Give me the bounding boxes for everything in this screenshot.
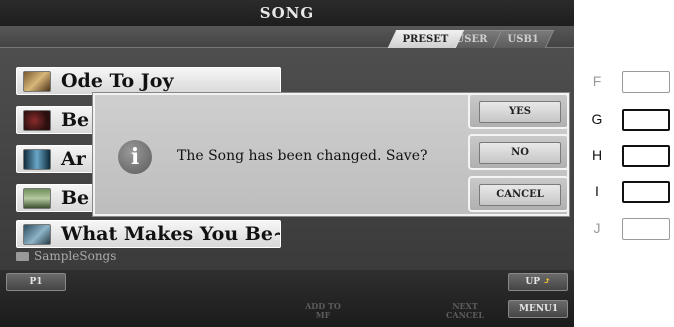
- no-button[interactable]: NO: [479, 142, 561, 164]
- cancel-button-frame: CANCEL: [468, 176, 569, 212]
- panel-button-f[interactable]: [622, 71, 670, 93]
- yes-button-frame: YES: [468, 93, 569, 129]
- tab-preset-label: PRESET: [402, 34, 449, 45]
- portrait-thumbnail-icon: [23, 224, 51, 245]
- menu-button[interactable]: MENU1: [508, 300, 568, 318]
- song-screen: SONG PRESET USER USB1 Ode To Joy Be Ar B…: [0, 0, 574, 327]
- song-item-label: What Makes You Be~: [61, 223, 281, 245]
- save-confirmation-dialog: i The Song has been changed. Save? YES N…: [93, 93, 569, 216]
- screen-title: SONG: [0, 0, 574, 26]
- panel-button-i[interactable]: [622, 181, 670, 203]
- landscape-thumbnail-icon: [23, 188, 51, 209]
- no-button-frame: NO: [468, 134, 569, 170]
- add-to-mf-button[interactable]: ADD TO MF: [294, 300, 352, 324]
- up-button[interactable]: UP ⤴: [508, 273, 568, 291]
- stage-thumbnail-icon: [23, 149, 51, 170]
- yes-button[interactable]: YES: [479, 101, 561, 123]
- next-cancel-line2: CANCEL: [446, 310, 484, 320]
- dialog-message: The Song has been changed. Save?: [177, 148, 428, 164]
- tab-preset[interactable]: PRESET: [387, 30, 464, 48]
- song-item-label: Be: [61, 109, 90, 131]
- folder-name: SampleSongs: [34, 249, 117, 263]
- panel-letter-f: F: [592, 73, 602, 89]
- folder-path: SampleSongs: [16, 248, 116, 264]
- page-button[interactable]: P1: [6, 273, 66, 291]
- song-item-ode-to-joy[interactable]: Ode To Joy: [16, 67, 281, 95]
- up-arrow-icon: ⤴: [543, 277, 551, 287]
- panel-letter-i: I: [595, 183, 599, 199]
- song-item-what-makes-you-be[interactable]: What Makes You Be~: [16, 220, 281, 248]
- panel-button-g[interactable]: [622, 109, 670, 131]
- add-to-mf-line2: MF: [315, 310, 331, 320]
- panel-button-j[interactable]: [622, 218, 670, 240]
- rose-thumbnail-icon: [23, 110, 51, 131]
- song-item-label: Be: [61, 187, 90, 209]
- folder-icon: [16, 252, 29, 261]
- cancel-button[interactable]: CANCEL: [479, 184, 561, 206]
- up-button-label: UP: [525, 277, 540, 287]
- tab-strip: PRESET USER USB1: [0, 26, 574, 48]
- bottom-bar: P1 UP ⤴ ADD TO MF NEXT CANCEL MENU1: [0, 270, 574, 327]
- statue-thumbnail-icon: [23, 71, 51, 92]
- panel-letter-h: H: [591, 147, 603, 163]
- panel-letter-j: J: [593, 220, 601, 236]
- panel-button-h[interactable]: [622, 145, 670, 167]
- tab-usb1[interactable]: USB1: [492, 30, 555, 48]
- panel-letter-g: G: [591, 111, 603, 127]
- info-icon: i: [118, 140, 152, 174]
- next-cancel-button[interactable]: NEXT CANCEL: [436, 300, 494, 324]
- tab-usb1-label: USB1: [507, 34, 539, 45]
- song-item-label: Ar: [61, 148, 86, 170]
- song-item-label: Ode To Joy: [61, 70, 174, 92]
